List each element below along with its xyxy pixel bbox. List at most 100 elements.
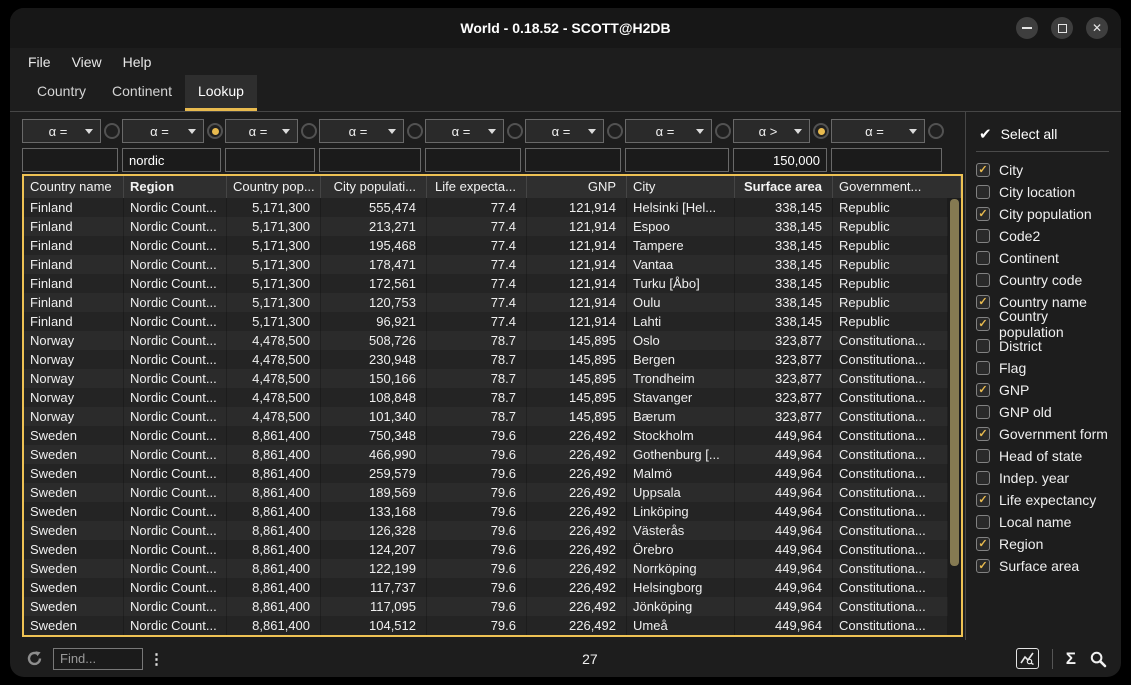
checkbox-icon[interactable] bbox=[976, 471, 990, 485]
checkbox-icon[interactable] bbox=[976, 339, 990, 353]
menu-file[interactable]: File bbox=[28, 54, 51, 70]
maximize-button[interactable] bbox=[1051, 17, 1073, 39]
column-header-city-populati-[interactable]: City populati... bbox=[321, 176, 427, 198]
table-row[interactable]: SwedenNordic Count...8,861,400466,99079.… bbox=[24, 445, 948, 464]
close-button[interactable]: ✕ bbox=[1086, 17, 1108, 39]
filter-operator-select[interactable]: α = bbox=[122, 119, 204, 143]
filter-value-input[interactable] bbox=[831, 148, 942, 172]
filter-radio[interactable] bbox=[813, 123, 829, 139]
filter-operator-select[interactable]: α = bbox=[22, 119, 101, 143]
table-row[interactable]: NorwayNordic Count...4,478,500108,84878.… bbox=[24, 388, 948, 407]
sidebar-item-government-form[interactable]: ✓Government form bbox=[976, 423, 1115, 445]
tab-lookup[interactable]: Lookup bbox=[185, 75, 257, 111]
sidebar-item-head-of-state[interactable]: Head of state bbox=[976, 445, 1115, 467]
filter-radio[interactable] bbox=[104, 123, 120, 139]
table-row[interactable]: FinlandNordic Count...5,171,300120,75377… bbox=[24, 293, 948, 312]
checkbox-checked-icon[interactable]: ✓ bbox=[976, 493, 990, 507]
find-input[interactable] bbox=[53, 648, 143, 670]
table-row[interactable]: SwedenNordic Count...8,861,400133,16879.… bbox=[24, 502, 948, 521]
filter-radio[interactable] bbox=[207, 123, 223, 139]
column-header-surface-area[interactable]: Surface area bbox=[735, 176, 833, 198]
table-row[interactable]: SwedenNordic Count...8,861,400189,56979.… bbox=[24, 483, 948, 502]
table-row[interactable]: SwedenNordic Count...8,861,400122,19979.… bbox=[24, 559, 948, 578]
checkbox-checked-icon[interactable]: ✓ bbox=[976, 295, 990, 309]
zoom-search-button[interactable] bbox=[1089, 650, 1107, 668]
sidebar-item-city-location[interactable]: City location bbox=[976, 181, 1115, 203]
filter-value-input[interactable] bbox=[733, 148, 827, 172]
table-row[interactable]: SwedenNordic Count...8,861,400124,20779.… bbox=[24, 540, 948, 559]
column-header-government-[interactable]: Government... bbox=[833, 176, 961, 198]
filter-operator-select[interactable]: α = bbox=[831, 119, 925, 143]
filter-operator-select[interactable]: α = bbox=[319, 119, 404, 143]
checkbox-icon[interactable] bbox=[976, 405, 990, 419]
table-row[interactable]: NorwayNordic Count...4,478,500101,34078.… bbox=[24, 407, 948, 426]
sidebar-item-code2[interactable]: Code2 bbox=[976, 225, 1115, 247]
checkbox-icon[interactable] bbox=[976, 449, 990, 463]
table-row[interactable]: FinlandNordic Count...5,171,300195,46877… bbox=[24, 236, 948, 255]
menu-view[interactable]: View bbox=[72, 54, 102, 70]
filter-value-input[interactable] bbox=[525, 148, 621, 172]
table-row[interactable]: FinlandNordic Count...5,171,30096,92177.… bbox=[24, 312, 948, 331]
table-row[interactable]: SwedenNordic Count...8,861,400104,51279.… bbox=[24, 616, 948, 635]
column-header-life-expecta-[interactable]: Life expecta... bbox=[427, 176, 527, 198]
table-row[interactable]: NorwayNordic Count...4,478,500150,16678.… bbox=[24, 369, 948, 388]
filter-radio[interactable] bbox=[607, 123, 623, 139]
find-options-button[interactable]: ⋮ bbox=[149, 650, 164, 668]
table-row[interactable]: SwedenNordic Count...8,861,400117,73779.… bbox=[24, 578, 948, 597]
sidebar-item-country-population[interactable]: ✓Country population bbox=[976, 313, 1115, 335]
checkbox-icon[interactable] bbox=[976, 251, 990, 265]
checkbox-icon[interactable] bbox=[976, 273, 990, 287]
checkbox-checked-icon[interactable]: ✓ bbox=[976, 537, 990, 551]
column-header-country-name[interactable]: Country name bbox=[24, 176, 124, 198]
checkbox-icon[interactable] bbox=[976, 229, 990, 243]
table-row[interactable]: FinlandNordic Count...5,171,300213,27177… bbox=[24, 217, 948, 236]
sidebar-item-continent[interactable]: Continent bbox=[976, 247, 1115, 269]
scrollbar-thumb[interactable] bbox=[950, 199, 959, 566]
select-all-button[interactable]: ✔ Select all bbox=[976, 120, 1115, 150]
sidebar-item-gnp[interactable]: ✓GNP bbox=[976, 379, 1115, 401]
sidebar-item-region[interactable]: ✓Region bbox=[976, 533, 1115, 555]
tab-country[interactable]: Country bbox=[24, 75, 99, 111]
checkbox-checked-icon[interactable]: ✓ bbox=[976, 207, 990, 221]
filter-value-input[interactable] bbox=[425, 148, 521, 172]
filter-operator-select[interactable]: α = bbox=[525, 119, 604, 143]
table-row[interactable]: SwedenNordic Count...8,861,400259,57979.… bbox=[24, 464, 948, 483]
refresh-button[interactable] bbox=[26, 650, 43, 667]
sidebar-item-local-name[interactable]: Local name bbox=[976, 511, 1115, 533]
checkbox-checked-icon[interactable]: ✓ bbox=[976, 559, 990, 573]
filter-radio[interactable] bbox=[407, 123, 423, 139]
checkbox-icon[interactable] bbox=[976, 515, 990, 529]
filter-operator-select[interactable]: α = bbox=[225, 119, 298, 143]
checkbox-checked-icon[interactable]: ✓ bbox=[976, 383, 990, 397]
chart-editor-button[interactable] bbox=[1016, 648, 1039, 669]
column-header-gnp[interactable]: GNP bbox=[527, 176, 627, 198]
sidebar-item-country-code[interactable]: Country code bbox=[976, 269, 1115, 291]
checkbox-checked-icon[interactable]: ✓ bbox=[976, 163, 990, 177]
filter-radio[interactable] bbox=[301, 123, 317, 139]
table-row[interactable]: NorwayNordic Count...4,478,500508,72678.… bbox=[24, 331, 948, 350]
table-row[interactable]: FinlandNordic Count...5,171,300555,47477… bbox=[24, 198, 948, 217]
checkbox-checked-icon[interactable]: ✓ bbox=[976, 427, 990, 441]
checkbox-checked-icon[interactable]: ✓ bbox=[976, 317, 990, 331]
table-row[interactable]: SwedenNordic Count...8,861,400117,09579.… bbox=[24, 597, 948, 616]
column-header-city[interactable]: City bbox=[627, 176, 735, 198]
checkbox-icon[interactable] bbox=[976, 185, 990, 199]
filter-operator-select[interactable]: α = bbox=[625, 119, 712, 143]
sidebar-item-surface-area[interactable]: ✓Surface area bbox=[976, 555, 1115, 577]
sidebar-item-city-population[interactable]: ✓City population bbox=[976, 203, 1115, 225]
column-header-country-pop-[interactable]: Country pop... bbox=[227, 176, 321, 198]
filter-radio[interactable] bbox=[928, 123, 944, 139]
filter-value-input[interactable] bbox=[625, 148, 729, 172]
filter-value-input[interactable] bbox=[225, 148, 315, 172]
aggregate-sigma-button[interactable]: Σ bbox=[1066, 649, 1076, 669]
filter-radio[interactable] bbox=[715, 123, 731, 139]
minimize-button[interactable] bbox=[1016, 17, 1038, 39]
tab-continent[interactable]: Continent bbox=[99, 75, 185, 111]
filter-operator-select[interactable]: α > bbox=[733, 119, 810, 143]
table-row[interactable]: FinlandNordic Count...5,171,300178,47177… bbox=[24, 255, 948, 274]
filter-value-input[interactable] bbox=[22, 148, 118, 172]
filter-value-input[interactable] bbox=[122, 148, 221, 172]
sidebar-item-life-expectancy[interactable]: ✓Life expectancy bbox=[976, 489, 1115, 511]
checkbox-icon[interactable] bbox=[976, 361, 990, 375]
column-header-region[interactable]: Region bbox=[124, 176, 227, 198]
